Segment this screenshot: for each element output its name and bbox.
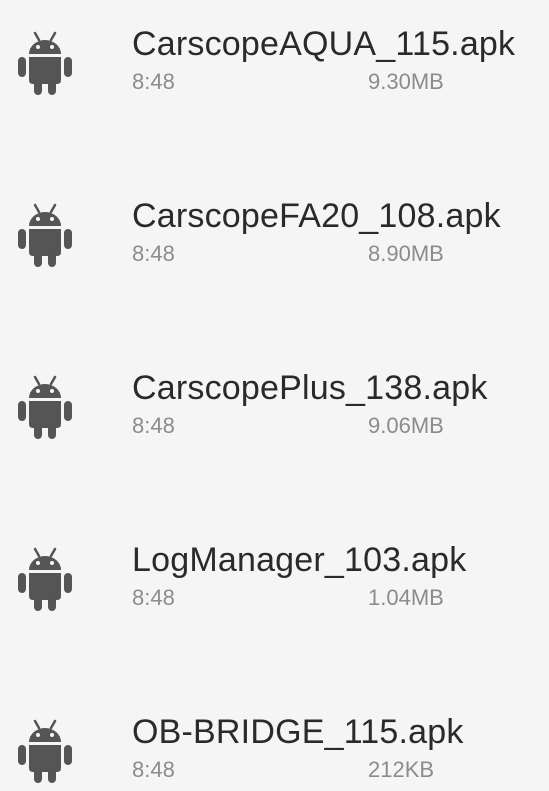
file-row[interactable]: CarscopeAQUA_115.apk 8:48 9.30MB	[0, 8, 549, 108]
file-name: CarscopePlus_138.apk	[132, 369, 488, 407]
android-icon	[18, 718, 72, 784]
file-time: 8:48	[132, 241, 175, 266]
android-icon	[18, 202, 72, 268]
file-time: 8:48	[132, 757, 175, 782]
file-row[interactable]: OB-BRIDGE_115.apk 8:48 212KB	[0, 696, 549, 791]
file-row[interactable]: LogManager_103.apk 8:48 1.04MB	[0, 524, 549, 624]
android-icon	[18, 374, 72, 440]
file-size: 8.90MB	[368, 241, 444, 266]
android-icon	[18, 546, 72, 612]
file-size: 9.30MB	[368, 69, 444, 94]
file-name: CarscopeFA20_108.apk	[132, 197, 501, 235]
file-size: 1.04MB	[368, 585, 444, 610]
file-time: 8:48	[132, 585, 175, 610]
file-row[interactable]: CarscopePlus_138.apk 8:48 9.06MB	[0, 352, 549, 452]
android-icon	[18, 30, 72, 96]
file-size: 9.06MB	[368, 413, 444, 438]
file-name: OB-BRIDGE_115.apk	[132, 713, 464, 751]
file-name: LogManager_103.apk	[132, 541, 467, 579]
file-size: 212KB	[368, 757, 435, 782]
file-time: 8:48	[132, 413, 175, 438]
file-time: 8:48	[132, 69, 175, 94]
file-list: CarscopeAQUA_115.apk 8:48 9.30MB Carscop…	[0, 0, 549, 791]
file-row[interactable]: CarscopeFA20_108.apk 8:48 8.90MB	[0, 180, 549, 280]
file-name: CarscopeAQUA_115.apk	[132, 25, 516, 63]
